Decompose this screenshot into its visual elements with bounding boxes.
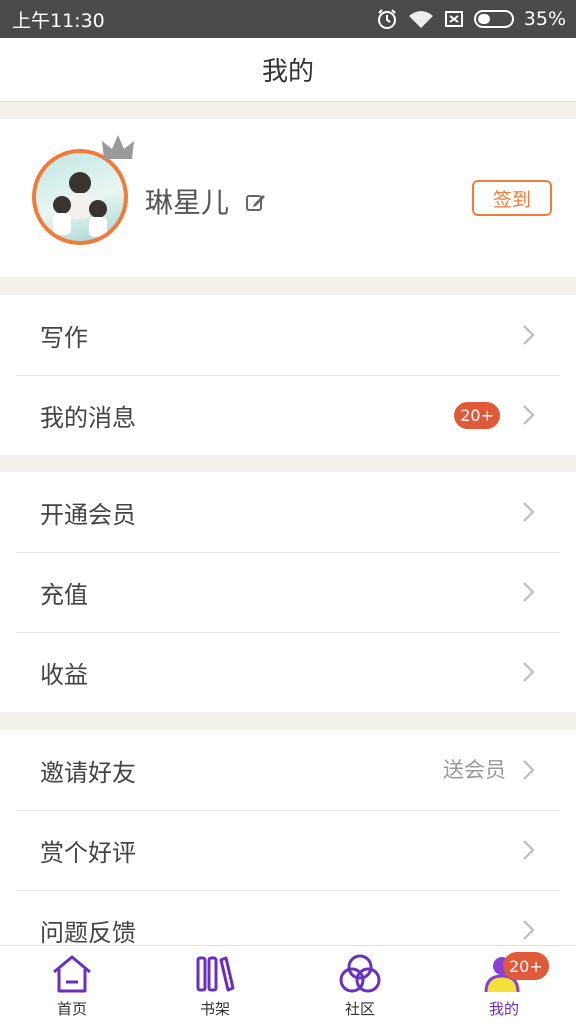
menu-item-earnings[interactable]: 收益 [0, 632, 576, 712]
menu-item-label: 我的消息 [40, 403, 136, 432]
tab-label: 我的 [488, 1000, 519, 1018]
menu-group-1: 写作 我的消息 20+ [0, 295, 576, 455]
chevron-right-icon [523, 325, 535, 345]
menu-item-label: 充值 [40, 580, 88, 609]
tab-label: 书架 [199, 1000, 230, 1018]
username: 琳星儿 [145, 186, 230, 219]
chevron-right-icon [523, 662, 535, 682]
bookshelf-icon [196, 956, 235, 992]
menu-item-invite[interactable]: 邀请好友 送会员 [0, 730, 576, 810]
menu-item-label: 收益 [40, 660, 88, 689]
menu-item-recharge[interactable]: 充值 [0, 552, 576, 632]
tab-bookshelf[interactable]: 书架 [175, 952, 255, 1022]
chevron-right-icon [523, 840, 535, 860]
tab-label: 社区 [344, 1000, 375, 1018]
menu-item-label: 赏个好评 [40, 838, 136, 867]
battery-level: 35% [523, 8, 566, 30]
chevron-right-icon [523, 405, 535, 425]
chevron-right-icon [523, 582, 535, 602]
chevron-right-icon [523, 502, 535, 522]
menu-item-writing[interactable]: 写作 [0, 295, 576, 375]
battery-icon [473, 10, 514, 28]
community-icon [339, 954, 381, 993]
alarm-icon [377, 9, 396, 29]
invite-reward-text: 送会员 [443, 758, 506, 782]
edit-icon[interactable] [245, 191, 267, 213]
menu-item-label: 问题反馈 [40, 918, 136, 947]
no-sim-icon [444, 11, 463, 27]
avatar[interactable] [32, 149, 128, 245]
profile-tab-badge: 20+ [503, 952, 549, 980]
status-bar: 上午11:30 35% [0, 0, 576, 38]
chevron-right-icon [523, 920, 535, 940]
tab-bar: 首页 书架 社区 我的 [0, 945, 576, 1024]
tab-label: 首页 [56, 1000, 87, 1018]
profile-card[interactable]: 琳星儿 签到 [0, 119, 576, 277]
menu-item-label: 开通会员 [40, 500, 136, 529]
menu-item-rate[interactable]: 赏个好评 [0, 810, 576, 890]
menu-item-label: 邀请好友 [40, 758, 136, 787]
menu-item-messages[interactable]: 我的消息 20+ [0, 375, 576, 455]
tab-home[interactable]: 首页 [32, 952, 112, 1022]
home-icon [53, 955, 91, 993]
page-title: 我的 [261, 57, 314, 87]
chevron-right-icon [523, 760, 535, 780]
menu-group-2: 开通会员 充值 收益 [0, 472, 576, 712]
page-header: 我的 [0, 38, 576, 102]
menu-item-label: 写作 [40, 323, 88, 352]
menu-group-3: 邀请好友 送会员 赏个好评 问题反馈 [0, 730, 576, 970]
crown-icon [102, 135, 134, 159]
message-count-badge: 20+ [454, 402, 500, 429]
status-time: 上午11:30 [12, 9, 105, 32]
avatar-photo-icon [53, 172, 107, 237]
tab-community[interactable]: 社区 [320, 952, 400, 1022]
menu-item-membership[interactable]: 开通会员 [0, 472, 576, 552]
status-icons: 35% [376, 8, 566, 30]
wifi-icon [408, 11, 433, 28]
checkin-button[interactable]: 签到 [472, 180, 552, 216]
